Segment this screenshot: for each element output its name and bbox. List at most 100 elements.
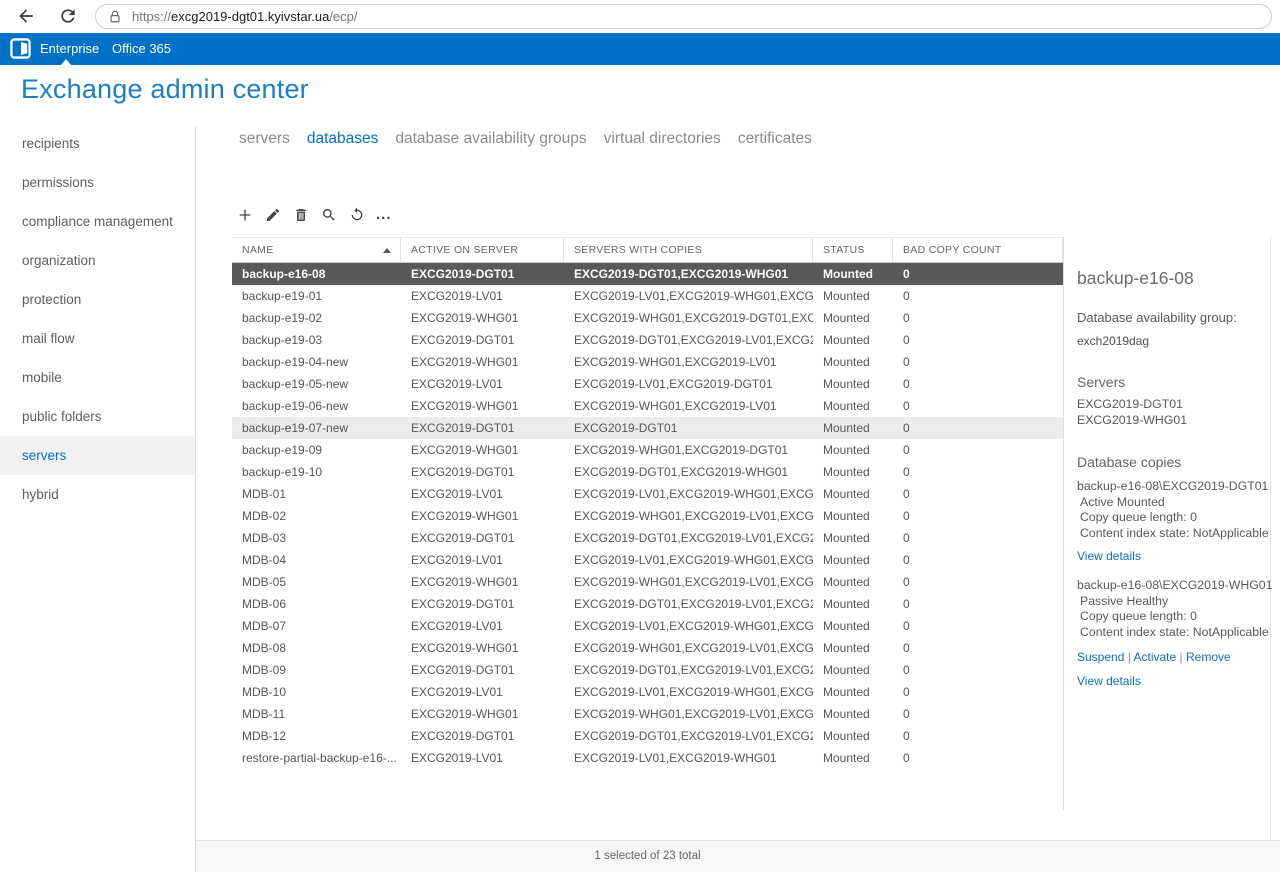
tab-certificates[interactable]: certificates — [738, 130, 812, 148]
sidebar-item-permissions[interactable]: permissions — [0, 163, 195, 202]
cell-servers-with-copies: EXCG2019-DGT01,EXCG2019-LV01,EXCG201... — [564, 527, 813, 549]
cell-status: Mounted — [813, 263, 893, 285]
back-icon[interactable] — [16, 6, 36, 26]
add-icon[interactable] — [236, 206, 254, 224]
cell-servers-with-copies: EXCG2019-DGT01 — [564, 417, 813, 439]
table-row[interactable]: MDB-11EXCG2019-WHG01EXCG2019-WHG01,EXCG2… — [232, 703, 1063, 725]
column-header-servers-with-copies[interactable]: SERVERS WITH COPIES — [564, 238, 813, 262]
table-row[interactable]: backup-e19-01EXCG2019-LV01EXCG2019-LV01,… — [232, 285, 1063, 307]
cell-servers-with-copies: EXCG2019-DGT01,EXCG2019-WHG01 — [564, 461, 813, 483]
table-row[interactable]: MDB-08EXCG2019-WHG01EXCG2019-WHG01,EXCG2… — [232, 637, 1063, 659]
cell-active-on-server: EXCG2019-LV01 — [401, 373, 564, 395]
cell-bad-copy-count: 0 — [893, 351, 1063, 373]
cell-active-on-server: EXCG2019-DGT01 — [401, 527, 564, 549]
tab-virtual-directories[interactable]: virtual directories — [604, 130, 721, 148]
sidebar-item-mail-flow[interactable]: mail flow — [0, 319, 195, 358]
cell-name: MDB-08 — [232, 637, 401, 659]
table-row[interactable]: backup-e19-07-newEXCG2019-DGT01EXCG2019-… — [232, 417, 1063, 439]
more-icon[interactable]: ... — [376, 211, 392, 219]
tab-databases[interactable]: databases — [307, 130, 379, 148]
table-row[interactable]: backup-e19-05-newEXCG2019-LV01EXCG2019-L… — [232, 373, 1063, 395]
search-icon[interactable] — [320, 206, 338, 224]
sidebar-item-servers[interactable]: servers — [0, 436, 195, 475]
refresh-icon[interactable] — [348, 206, 366, 224]
table-row[interactable]: backup-e19-06-newEXCG2019-WHG01EXCG2019-… — [232, 395, 1063, 417]
copy-queue-length: Copy queue length: 0 — [1077, 510, 1267, 526]
sidebar-item-organization[interactable]: organization — [0, 241, 195, 280]
cell-status: Mounted — [813, 395, 893, 417]
table-row[interactable]: MDB-09EXCG2019-DGT01EXCG2019-DGT01,EXCG2… — [232, 659, 1063, 681]
cell-servers-with-copies: EXCG2019-DGT01,EXCG2019-LV01,EXCG201... — [564, 659, 813, 681]
cell-servers-with-copies: EXCG2019-WHG01,EXCG2019-LV01 — [564, 351, 813, 373]
table-row[interactable]: MDB-05EXCG2019-WHG01EXCG2019-WHG01,EXCG2… — [232, 571, 1063, 593]
table-row[interactable]: MDB-01EXCG2019-LV01EXCG2019-LV01,EXCG201… — [232, 483, 1063, 505]
databases-table: NAMEACTIVE ON SERVERSERVERS WITH COPIESS… — [232, 237, 1063, 769]
activate-link[interactable]: Activate — [1134, 650, 1186, 664]
sidebar-item-mobile[interactable]: mobile — [0, 358, 195, 397]
table-row[interactable]: MDB-04EXCG2019-LV01EXCG2019-LV01,EXCG201… — [232, 549, 1063, 571]
cell-name: backup-e19-06-new — [232, 395, 401, 417]
table-row[interactable]: backup-e19-04-newEXCG2019-WHG01EXCG2019-… — [232, 351, 1063, 373]
table-row[interactable]: MDB-07EXCG2019-LV01EXCG2019-LV01,EXCG201… — [232, 615, 1063, 637]
copy-status: Active Mounted — [1077, 495, 1267, 511]
sidebar-item-hybrid[interactable]: hybrid — [0, 475, 195, 514]
column-header-status[interactable]: STATUS — [813, 238, 893, 262]
suspend-link[interactable]: Suspend — [1077, 650, 1134, 664]
cell-status: Mounted — [813, 439, 893, 461]
view-details-link[interactable]: View details — [1077, 549, 1141, 563]
sidebar-item-public-folders[interactable]: public folders — [0, 397, 195, 436]
table-row[interactable]: backup-e19-03EXCG2019-DGT01EXCG2019-DGT0… — [232, 329, 1063, 351]
sidebar-item-recipients[interactable]: recipients — [0, 124, 195, 163]
cell-name: MDB-09 — [232, 659, 401, 681]
dag-value: exch2019dag — [1077, 334, 1267, 348]
reload-icon[interactable] — [58, 6, 78, 26]
table-row[interactable]: MDB-06EXCG2019-DGT01EXCG2019-DGT01,EXCG2… — [232, 593, 1063, 615]
cell-name: backup-e19-03 — [232, 329, 401, 351]
sidebar-divider — [195, 126, 196, 872]
table-row[interactable]: MDB-12EXCG2019-DGT01EXCG2019-DGT01,EXCG2… — [232, 725, 1063, 747]
cell-active-on-server: EXCG2019-LV01 — [401, 549, 564, 571]
remove-link[interactable]: Remove — [1186, 650, 1231, 664]
table-row[interactable]: backup-e19-10EXCG2019-DGT01EXCG2019-DGT0… — [232, 461, 1063, 483]
sidebar-item-compliance-management[interactable]: compliance management — [0, 202, 195, 241]
cell-active-on-server: EXCG2019-WHG01 — [401, 571, 564, 593]
cell-status: Mounted — [813, 681, 893, 703]
column-header-active-on-server[interactable]: ACTIVE ON SERVER — [401, 238, 564, 262]
table-row[interactable]: backup-e16-08EXCG2019-DGT01EXCG2019-DGT0… — [232, 263, 1063, 285]
sidebar-item-protection[interactable]: protection — [0, 280, 195, 319]
table-row[interactable]: MDB-02EXCG2019-WHG01EXCG2019-WHG01,EXCG2… — [232, 505, 1063, 527]
copy-index-state: Content index state: NotApplicable — [1077, 625, 1267, 641]
tab-office-365[interactable]: Office 365 — [112, 33, 171, 65]
cell-servers-with-copies: EXCG2019-LV01,EXCG2019-DGT01 — [564, 373, 813, 395]
copy-queue-length: Copy queue length: 0 — [1077, 609, 1267, 625]
cell-active-on-server: EXCG2019-LV01 — [401, 483, 564, 505]
view-details-link[interactable]: View details — [1077, 674, 1141, 688]
table-row[interactable]: restore-partial-backup-e16-...EXCG2019-L… — [232, 747, 1063, 769]
cell-status: Mounted — [813, 703, 893, 725]
table-row[interactable]: MDB-10EXCG2019-LV01EXCG2019-LV01,EXCG201… — [232, 681, 1063, 703]
cell-name: MDB-01 — [232, 483, 401, 505]
tab-database-availability-groups[interactable]: database availability groups — [395, 130, 586, 148]
cell-active-on-server: EXCG2019-DGT01 — [401, 417, 564, 439]
cell-status: Mounted — [813, 329, 893, 351]
table-row[interactable]: backup-e19-09EXCG2019-WHG01EXCG2019-WHG0… — [232, 439, 1063, 461]
edit-icon[interactable] — [264, 206, 282, 224]
column-header-bad-copy-count[interactable]: BAD COPY COUNT — [893, 238, 1063, 262]
servers-list: EXCG2019-DGT01 EXCG2019-WHG01 — [1077, 397, 1267, 428]
tab-servers[interactable]: servers — [239, 130, 290, 148]
cell-servers-with-copies: EXCG2019-WHG01,EXCG2019-LV01,EXCG20... — [564, 505, 813, 527]
cell-active-on-server: EXCG2019-LV01 — [401, 615, 564, 637]
cell-servers-with-copies: EXCG2019-LV01,EXCG2019-WHG01,EXCG20... — [564, 549, 813, 571]
table-row[interactable]: backup-e19-02EXCG2019-WHG01EXCG2019-WHG0… — [232, 307, 1063, 329]
delete-icon[interactable] — [292, 206, 310, 224]
server-name: EXCG2019-DGT01 — [1077, 397, 1267, 413]
cell-name: MDB-10 — [232, 681, 401, 703]
cell-bad-copy-count: 0 — [893, 373, 1063, 395]
address-bar[interactable]: https://excg2019-dgt01.kyivstar.ua/ecp/ — [95, 4, 1272, 29]
cell-bad-copy-count: 0 — [893, 527, 1063, 549]
cell-name: MDB-05 — [232, 571, 401, 593]
column-header-name[interactable]: NAME — [232, 238, 401, 262]
table-row[interactable]: MDB-03EXCG2019-DGT01EXCG2019-DGT01,EXCG2… — [232, 527, 1063, 549]
cell-active-on-server: EXCG2019-DGT01 — [401, 263, 564, 285]
cell-name: backup-e16-08 — [232, 263, 401, 285]
